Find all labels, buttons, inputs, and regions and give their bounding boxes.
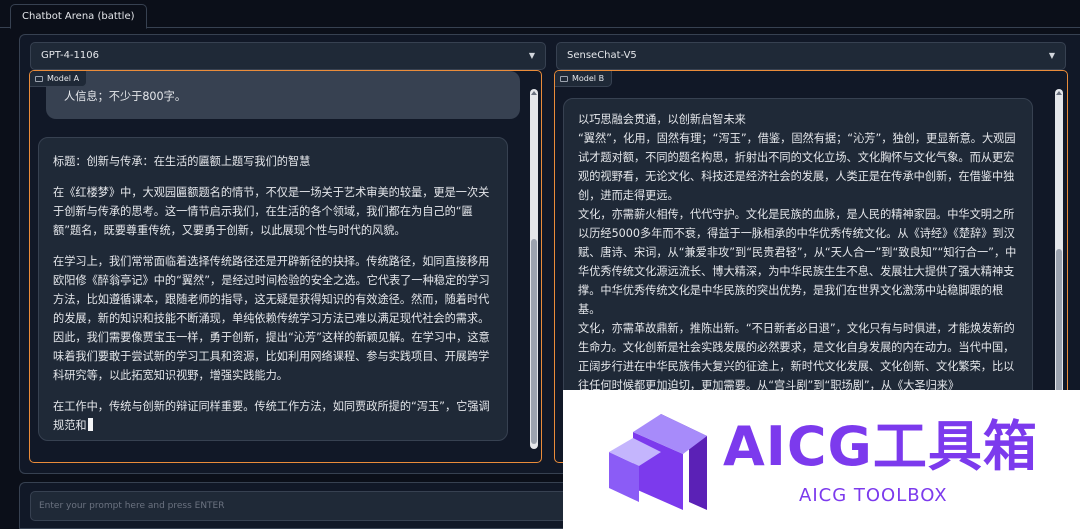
model-a-selected-value: GPT-4-1106 <box>41 50 99 61</box>
user-message-text: 人信息；不少于800字。 <box>64 90 187 103</box>
model-b-selector[interactable]: SenseChat-V5 ▼ <box>556 42 1066 70</box>
aicg-toolbox-watermark: AICG工具箱 AICG TOOLBOX <box>563 390 1080 529</box>
aicg-logo-icon <box>609 414 707 510</box>
streaming-cursor <box>87 418 93 431</box>
tab-bar: Chatbot Arena (battle) <box>0 0 1080 29</box>
model-a-response-bubble: 标题：创新与传承：在生活的匾额上题写我们的智慧 在《红楼梦》中，大观园匾额题名的… <box>38 137 508 441</box>
model-a-scroll-area[interactable]: 人信息；不少于800字。 标题：创新与传承：在生活的匾额上题写我们的智慧 在《红… <box>30 71 541 462</box>
response-title: 标题：创新与传承：在生活的匾额上题写我们的智慧 <box>53 155 311 168</box>
tab-chatbot-arena-battle[interactable]: Chatbot Arena (battle) <box>10 4 147 29</box>
response-paragraph-text: 在工作中，传统与创新的辩证同样重要。传统工作方法，如同贾政所提的“泻玉”，它强调… <box>53 400 490 432</box>
model-a-chatbot: Model A 人信息；不少于800字。 标题：创新与传承：在生活的匾额上题写我… <box>29 70 542 463</box>
model-a-label: Model A <box>30 71 88 87</box>
watermark-subtitle: AICG TOOLBOX <box>799 485 948 506</box>
chevron-down-icon: ▼ <box>1048 51 1055 60</box>
response-line: 以巧思融会贯通，以创新启智未来 <box>578 113 746 126</box>
chat-icon <box>35 76 43 82</box>
model-a-label-text: Model A <box>47 74 80 83</box>
response-paragraph: 在《红楼梦》中，大观园匾额题名的情节，不仅是一场关于艺术审美的较量，更是一次关于… <box>53 186 490 237</box>
model-a-selector[interactable]: GPT-4-1106 ▼ <box>30 42 546 70</box>
response-line: 文化，亦需革故鼎新，推陈出新。“不日新者必日退”，文化只有与时俱进，才能焕发新的… <box>578 322 1015 392</box>
user-message-bubble: 人信息；不少于800字。 <box>46 71 520 119</box>
model-b-label: Model B <box>555 71 613 87</box>
model-a-scrollbar[interactable] <box>530 89 538 449</box>
response-paragraph: 在学习上，我们常常面临着选择传统路径还是开辟新径的抉择。传统路径，如同直接移用欧… <box>53 255 490 382</box>
model-b-label-text: Model B <box>572 74 605 83</box>
chevron-down-icon: ▼ <box>528 51 535 60</box>
model-a-scrollbar-thumb[interactable] <box>531 239 537 444</box>
response-line: “翼然”，化用，固然有理；“泻玉”，借鉴，固然有据；“沁芳”，独创，更显新意。大… <box>578 132 1016 202</box>
response-line: 文化，亦需薪火相传，代代守护。文化是民族的血脉，是人民的精神家园。中华文明之所以… <box>578 208 1017 316</box>
model-b-selected-value: SenseChat-V5 <box>567 50 637 61</box>
chat-icon <box>560 76 568 82</box>
response-paragraph: 在工作中，传统与创新的辩证同样重要。传统工作方法，如同贾政所提的“泻玉”，它强调… <box>53 397 497 435</box>
scroll-up-arrow-icon[interactable] <box>531 91 537 95</box>
watermark-title: AICG工具箱 <box>723 415 1038 478</box>
scroll-up-arrow-icon[interactable] <box>1056 91 1062 95</box>
